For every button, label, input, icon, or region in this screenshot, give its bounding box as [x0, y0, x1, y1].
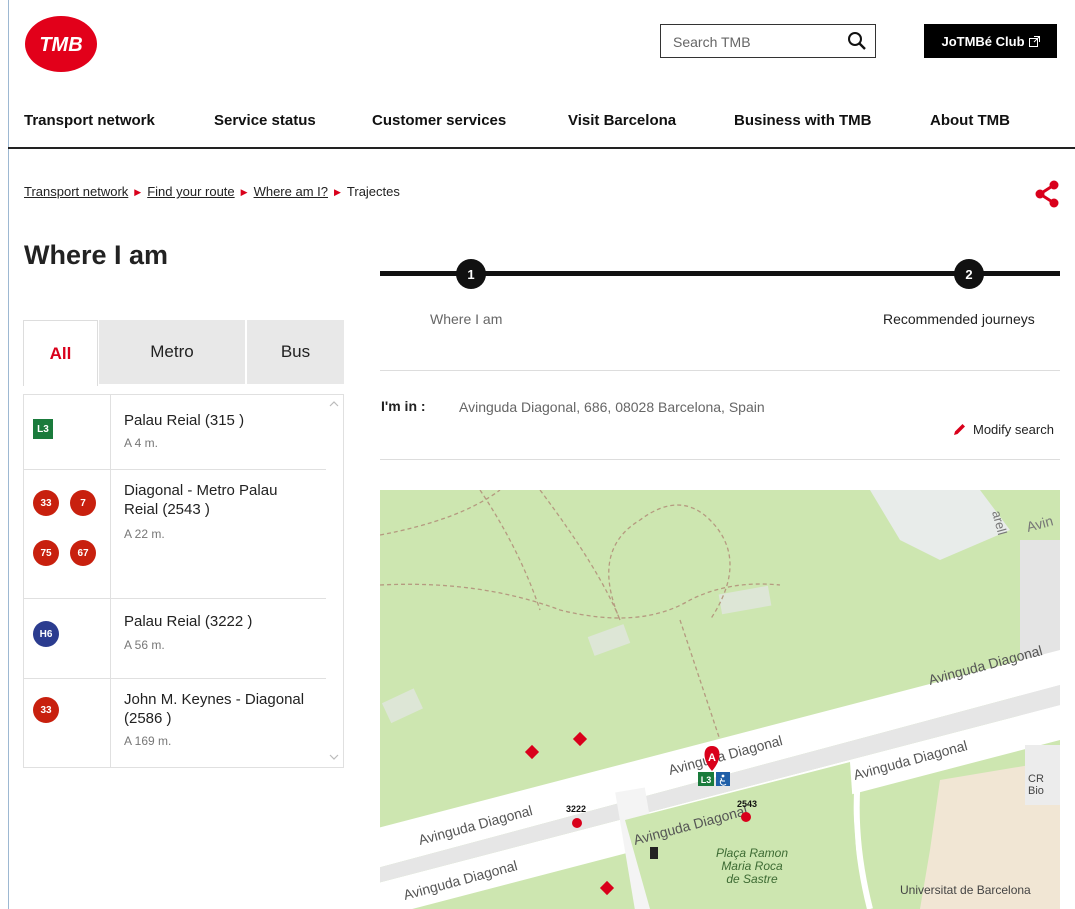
tab-metro[interactable]: Metro [99, 320, 245, 384]
step-1-label: Where I am [430, 311, 503, 327]
place-label-universitat: Universitat de Barcelona [900, 883, 1031, 897]
modify-search-link[interactable]: Modify search [952, 422, 1054, 437]
line-badge-67: 67 [70, 540, 96, 566]
search-box[interactable] [660, 24, 876, 58]
list-item[interactable]: H6 Palau Reial (3222 ) A 56 m. [24, 598, 326, 679]
modify-search-label: Modify search [973, 422, 1054, 437]
line-badge-l3: L3 [33, 419, 53, 439]
list-item[interactable]: 33 John M. Keynes - Diagonal (2586 ) A 1… [24, 678, 326, 767]
line-badge-33: 33 [33, 697, 59, 723]
line-badge-7: 7 [70, 490, 96, 516]
breadcrumb-current: Trajectes [346, 184, 400, 199]
stop-code-label: 2543 [737, 799, 757, 809]
list-scrollbar[interactable] [325, 395, 343, 767]
pencil-icon [954, 424, 965, 435]
location-address: Avinguda Diagonal, 686, 08028 Barcelona,… [459, 399, 765, 415]
list-item[interactable]: L3 Palau Reial (315 ) A 4 m. [24, 395, 326, 470]
place-label-cr: CR Bio [1028, 773, 1044, 797]
tab-all[interactable]: All [23, 320, 98, 386]
stop-name: Palau Reial (3222 ) [124, 613, 253, 630]
main-nav: Transport network Service status Custome… [24, 112, 1064, 132]
map[interactable]: Avinguda Diagonal Avinguda Diagonal Avin… [380, 490, 1060, 909]
breadcrumb-arrow-icon: ▶ [240, 187, 248, 197]
marker-label: A [708, 752, 716, 764]
nav-visit-barcelona[interactable]: Visit Barcelona [568, 112, 676, 129]
nav-about-tmb[interactable]: About TMB [930, 112, 1010, 129]
line-badge-75: 75 [33, 540, 59, 566]
stop-code-label: 3222 [566, 804, 586, 814]
stop-name: John M. Keynes - Diagonal (2586 ) [124, 691, 305, 727]
nav-divider [8, 147, 1075, 149]
step-2-label: Recommended journeys [883, 311, 1035, 327]
scroll-down-icon[interactable] [329, 754, 339, 760]
map-canvas[interactable]: Avinguda Diagonal Avinguda Diagonal Avin… [380, 490, 1060, 909]
divider [380, 370, 1060, 371]
stop-distance: A 22 m. [124, 527, 165, 541]
breadcrumb-where-am-i[interactable]: Where am I? [254, 184, 328, 199]
list-item[interactable]: 33 7 75 67 Diagonal - Metro Palau Reial … [24, 469, 326, 599]
stop-distance: A 56 m. [124, 638, 165, 652]
club-label: JoTMBé Club [941, 33, 1025, 49]
breadcrumb-arrow-icon: ▶ [134, 187, 142, 197]
page-title: Where I am [24, 240, 169, 270]
logo-text: TMB [39, 34, 82, 56]
nav-transport-network[interactable]: Transport network [24, 112, 155, 129]
breadcrumb-find-your-route[interactable]: Find your route [147, 184, 234, 199]
external-link-icon [1028, 35, 1040, 47]
place-label-placa: Plaça Ramon Maria Roca de Sastre [716, 846, 788, 886]
tab-bus[interactable]: Bus [247, 320, 344, 384]
divider [380, 459, 1060, 460]
tmb-logo[interactable]: TMB [24, 15, 98, 73]
nav-customer-services[interactable]: Customer services [372, 112, 506, 129]
accessibility-icon [716, 772, 730, 786]
search-icon[interactable] [847, 31, 867, 51]
nav-business-with-tmb[interactable]: Business with TMB [734, 112, 872, 129]
nav-service-status[interactable]: Service status [214, 112, 316, 129]
stop-distance: A 169 m. [124, 734, 172, 748]
stop-name: Palau Reial (315 ) [124, 412, 245, 429]
search-input[interactable] [671, 32, 835, 52]
share-icon[interactable] [1034, 180, 1060, 208]
stop-filter-tabs: All Metro Bus [23, 320, 344, 386]
line-badge-33: 33 [33, 490, 59, 516]
step-2-marker: 2 [954, 259, 984, 289]
breadcrumb-transport-network[interactable]: Transport network [24, 184, 128, 199]
step-1-marker: 1 [456, 259, 486, 289]
line-badge-h6: H6 [33, 621, 59, 647]
stop-name: Diagonal - Metro Palau Reial (2543 ) [124, 482, 278, 518]
taxi-icon [650, 847, 658, 859]
line-badge-label: L3 [701, 775, 712, 785]
club-button[interactable]: JoTMBé Club [924, 24, 1057, 58]
scroll-up-icon[interactable] [329, 401, 339, 407]
window-border [8, 0, 9, 909]
breadcrumb-arrow-icon: ▶ [333, 187, 341, 197]
breadcrumb: Transport network ▶ Find your route ▶ Where … [24, 184, 400, 199]
metro-line-badge[interactable]: L3 [698, 772, 714, 786]
location-label: I'm in : [381, 398, 426, 414]
stop-distance: A 4 m. [124, 436, 159, 450]
stop-list: L3 Palau Reial (315 ) A 4 m. 33 7 75 67 … [23, 394, 344, 768]
